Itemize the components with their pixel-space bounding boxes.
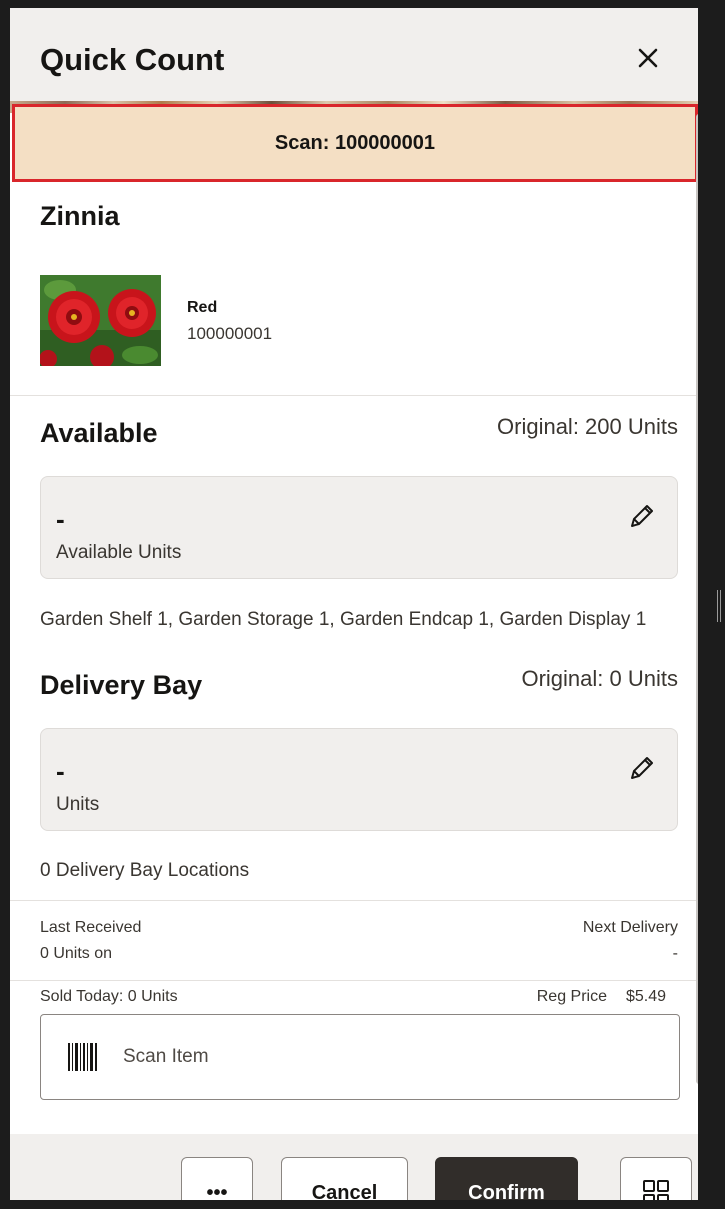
- delivery-bay-original: Original: 0 Units: [521, 666, 678, 691]
- available-count-value: -: [56, 504, 65, 534]
- next-delivery-label: Next Delivery: [582, 919, 678, 936]
- divider: [10, 395, 696, 396]
- dialog-title: Quick Count: [40, 42, 225, 77]
- reg-price-value: $5.49: [625, 988, 666, 1005]
- pane-splitter-handle[interactable]: [717, 590, 721, 622]
- dialog-footer: ••• Cancel Confirm: [10, 1134, 698, 1200]
- scan-banner: Scan: 100000001: [12, 104, 698, 182]
- divider: [10, 900, 696, 901]
- available-title: Available: [40, 418, 158, 448]
- delivery-bay-count-field[interactable]: - Units: [40, 728, 678, 831]
- delivery-bay-title: Delivery Bay: [40, 670, 203, 700]
- available-locations: Garden Shelf 1, Garden Storage 1, Garden…: [40, 609, 647, 630]
- dialog-header: Quick Count: [10, 8, 698, 104]
- last-received-label: Last Received: [40, 919, 142, 936]
- item-image: [40, 275, 161, 366]
- quick-count-dialog: Quick Count Scan: 100000001 Zinnia Red 1…: [10, 8, 698, 1200]
- edit-available-button[interactable]: [623, 499, 659, 535]
- cancel-button[interactable]: Cancel: [281, 1157, 408, 1200]
- more-actions-button[interactable]: •••: [181, 1157, 253, 1200]
- item-variant: Red: [187, 299, 218, 316]
- item-sku: 100000001: [187, 324, 273, 343]
- close-icon: [638, 48, 658, 68]
- available-count-field[interactable]: - Available Units: [40, 476, 678, 579]
- last-received-value: 0 Units on: [40, 945, 113, 962]
- delivery-bay-count-value: -: [56, 756, 65, 786]
- delivery-bay-locations: 0 Delivery Bay Locations: [40, 860, 250, 881]
- sold-today: Sold Today: 0 Units: [40, 988, 178, 1005]
- edit-delivery-bay-button[interactable]: [623, 751, 659, 787]
- pencil-icon: [631, 757, 653, 779]
- available-count-label: Available Units: [56, 542, 182, 563]
- scan-item-placeholder: Scan Item: [123, 1046, 209, 1067]
- grid-view-button[interactable]: [620, 1157, 692, 1200]
- reg-price-label: Reg Price: [536, 988, 607, 1005]
- grid-icon: [643, 1180, 669, 1200]
- delivery-bay-count-label: Units: [56, 794, 100, 815]
- divider: [10, 980, 696, 981]
- scan-item-input[interactable]: Scan Item: [40, 1014, 680, 1100]
- next-delivery-value: -: [672, 945, 678, 962]
- barcode-icon: [68, 1043, 97, 1071]
- pencil-icon: [631, 505, 653, 527]
- close-button[interactable]: [628, 38, 668, 78]
- available-original: Original: 200 Units: [497, 414, 678, 439]
- item-name: Zinnia: [40, 201, 120, 231]
- confirm-button[interactable]: Confirm: [435, 1157, 578, 1200]
